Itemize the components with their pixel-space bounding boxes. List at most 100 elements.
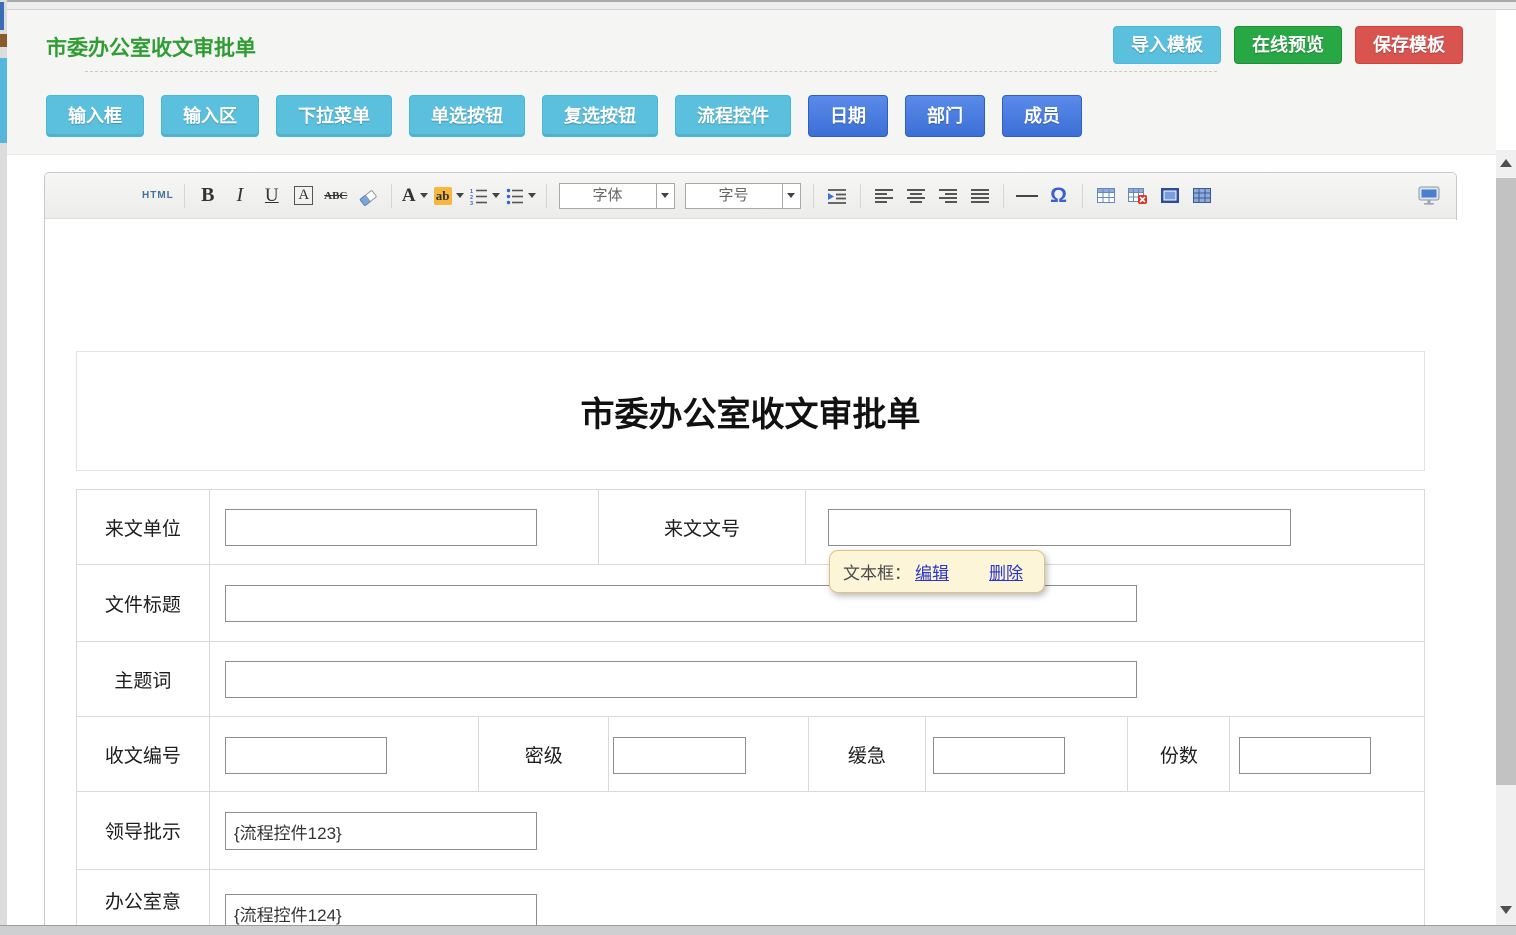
- table-delete-icon: [1128, 188, 1147, 204]
- arrow-down-icon: [1500, 906, 1512, 914]
- widget-checkbox-button[interactable]: 复选按钮: [542, 95, 658, 137]
- source-doc-no-input[interactable]: [828, 509, 1291, 546]
- window-edge-fragment: [0, 2, 4, 30]
- fullscreen-button[interactable]: [1416, 182, 1442, 210]
- label-secrecy-level: 密级: [525, 741, 563, 768]
- delete-link[interactable]: 删除: [989, 559, 1023, 584]
- vertical-scrollbar[interactable]: [1496, 150, 1516, 935]
- divider: [85, 71, 1217, 72]
- chevron-down-icon: [492, 193, 500, 198]
- remove-format-button[interactable]: [355, 182, 381, 210]
- chevron-down-icon: [420, 193, 428, 198]
- urgency-input[interactable]: [933, 737, 1065, 774]
- ordered-list-button[interactable]: 1 2 3: [470, 182, 500, 210]
- font-size-select[interactable]: 字号: [685, 183, 801, 209]
- toolbar-separator: [546, 184, 547, 208]
- italic-button[interactable]: I: [227, 182, 253, 210]
- indent-button[interactable]: [824, 182, 850, 210]
- leader-comments-input[interactable]: [225, 812, 537, 850]
- toolbar-separator: [1082, 184, 1083, 208]
- editor-document[interactable]: 市委办公室收文审批单 来文单位 来文文号 文件标题 主题词: [46, 220, 1457, 935]
- bottom-edge-strip: [0, 925, 1516, 935]
- widget-textarea-button[interactable]: 输入区: [161, 95, 259, 137]
- screen: 市委办公室收文审批单 导入模板 在线预览 保存模板 输入框 输入区 下拉菜单 单…: [0, 0, 1516, 935]
- label-subject-words: 主题词: [114, 666, 171, 693]
- widget-dropdown-button[interactable]: 下拉菜单: [276, 95, 392, 137]
- eraser-icon: [358, 186, 378, 206]
- widget-department-button[interactable]: 部门: [905, 95, 985, 137]
- delete-table-button[interactable]: [1125, 182, 1151, 210]
- rich-text-editor: HTML B I U A ABC A ab 1 2: [44, 172, 1457, 935]
- align-right-button[interactable]: [935, 182, 961, 210]
- align-right-icon: [939, 188, 957, 204]
- save-template-button[interactable]: 保存模板: [1355, 26, 1463, 64]
- source-code-button[interactable]: HTML: [142, 182, 174, 210]
- form-table: 来文单位 来文文号 文件标题 主题词 收文编号 密级: [76, 489, 1425, 935]
- special-char-button[interactable]: Ω: [1046, 182, 1072, 210]
- font-family-select[interactable]: 字体: [559, 183, 675, 209]
- underline-button[interactable]: U: [259, 182, 285, 210]
- widget-radio-button[interactable]: 单选按钮: [409, 95, 525, 137]
- align-left-button[interactable]: [871, 182, 897, 210]
- align-left-icon: [875, 188, 893, 204]
- table-properties-button[interactable]: [1157, 182, 1183, 210]
- label-source-unit: 来文单位: [105, 514, 181, 541]
- widget-member-button[interactable]: 成员: [1002, 95, 1082, 137]
- source-unit-input[interactable]: [225, 509, 537, 546]
- widget-buttons-row: 输入框 输入区 下拉菜单 单选按钮 复选按钮 流程控件 日期 部门 成员: [46, 95, 1082, 137]
- toolbar-separator: [813, 184, 814, 208]
- scroll-down-button[interactable]: [1496, 897, 1516, 923]
- window-edge-fragment: [0, 58, 7, 143]
- char-border-button[interactable]: A: [294, 186, 313, 205]
- horizontal-rule-icon: [1016, 195, 1038, 197]
- toolbar-separator: [860, 184, 861, 208]
- cell-properties-button[interactable]: [1189, 182, 1215, 210]
- unordered-list-button[interactable]: [506, 182, 536, 210]
- copies-input[interactable]: [1239, 737, 1371, 774]
- align-center-button[interactable]: [903, 182, 929, 210]
- window-edge-sliver: [0, 0, 7, 935]
- widget-date-button[interactable]: 日期: [808, 95, 888, 137]
- label-file-title: 文件标题: [105, 590, 181, 617]
- label-leader-comments: 领导批示: [105, 817, 181, 844]
- receive-no-input[interactable]: [225, 737, 387, 774]
- arrow-up-icon: [1500, 159, 1512, 167]
- chevron-down-icon: [782, 184, 800, 208]
- table-properties-icon: [1161, 188, 1179, 203]
- label-copies: 份数: [1160, 741, 1198, 768]
- indent-icon: [827, 187, 847, 205]
- chevron-down-icon: [456, 193, 464, 198]
- align-justify-button[interactable]: [967, 182, 993, 210]
- toolbar-separator: [184, 184, 185, 208]
- label-urgency: 缓急: [848, 741, 886, 768]
- insert-table-button[interactable]: [1093, 182, 1119, 210]
- highlight-color-button[interactable]: ab: [434, 182, 464, 210]
- template-actions: 导入模板 在线预览 保存模板: [1113, 26, 1463, 64]
- horizontal-rule-button[interactable]: [1014, 182, 1040, 210]
- editor-toolbar: HTML B I U A ABC A ab 1 2: [45, 173, 1456, 219]
- label-office-opinion: 办公室意: [105, 887, 181, 914]
- toolbar-separator: [1003, 184, 1004, 208]
- table-icon: [1097, 188, 1115, 203]
- import-template-button[interactable]: 导入模板: [1113, 26, 1221, 64]
- scrollbar-thumb[interactable]: [1496, 178, 1516, 785]
- online-preview-button[interactable]: 在线预览: [1234, 26, 1342, 64]
- edit-link[interactable]: 编辑: [915, 559, 949, 584]
- document-title: 市委办公室收文审批单: [581, 387, 921, 436]
- bold-button[interactable]: B: [195, 182, 221, 210]
- secrecy-level-input[interactable]: [613, 737, 746, 774]
- toolbar-separator: [391, 184, 392, 208]
- cell-grid-icon: [1193, 188, 1211, 203]
- label-source-doc-no: 来文文号: [664, 514, 740, 541]
- widget-flow-control-button[interactable]: 流程控件: [675, 95, 791, 137]
- ordered-list-icon: 1 2 3: [470, 187, 488, 205]
- svg-text:3: 3: [470, 201, 473, 205]
- subject-words-input[interactable]: [225, 661, 1137, 698]
- textbox-context-tooltip: 文本框： 编辑 删除: [829, 550, 1045, 593]
- scroll-up-button[interactable]: [1496, 150, 1516, 176]
- font-color-button[interactable]: A: [402, 182, 428, 210]
- label-receive-no: 收文编号: [105, 741, 181, 768]
- align-justify-icon: [971, 188, 989, 204]
- strikethrough-button[interactable]: ABC: [323, 182, 349, 210]
- widget-input-box-button[interactable]: 输入框: [46, 95, 144, 137]
